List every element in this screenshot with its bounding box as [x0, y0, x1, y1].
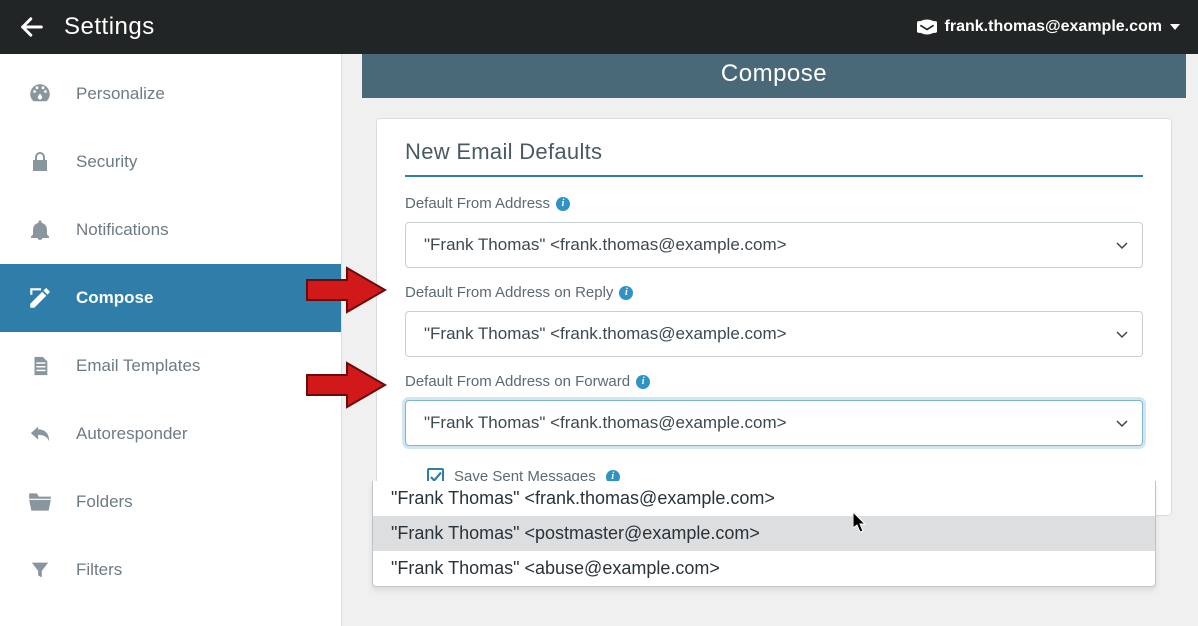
- filter-icon: [26, 558, 54, 582]
- page-title: Settings: [64, 13, 155, 41]
- bell-icon: [26, 217, 54, 243]
- sidebar-item-label: Email Templates: [76, 356, 200, 376]
- chevron-down-icon: [1116, 413, 1128, 433]
- default-from-select[interactable]: "Frank Thomas" <frank.thomas@example.com…: [405, 222, 1143, 268]
- sidebar-item-label: Autoresponder: [76, 424, 188, 444]
- sidebar-item-label: Compose: [76, 288, 153, 308]
- sidebar-item-compose[interactable]: Compose: [0, 264, 341, 332]
- top-bar: Settings frank.thomas@example.com: [0, 0, 1198, 54]
- sidebar-item-notifications[interactable]: Notifications: [0, 196, 341, 264]
- info-icon[interactable]: i: [556, 197, 570, 211]
- main-panel: Compose New Email Defaults Default From …: [342, 54, 1198, 626]
- document-icon: [26, 353, 54, 379]
- account-email: frank.thomas@example.com: [945, 18, 1162, 36]
- sidebar-item-email-templates[interactable]: Email Templates: [0, 332, 341, 400]
- sidebar: Personalize Security Notifications Compo…: [0, 54, 342, 626]
- folder-icon: [26, 491, 54, 513]
- info-icon[interactable]: i: [636, 375, 650, 389]
- forward-from-dropdown[interactable]: "Frank Thomas" <frank.thomas@example.com…: [372, 481, 1156, 587]
- info-icon[interactable]: i: [619, 286, 633, 300]
- sidebar-item-label: Filters: [76, 560, 122, 580]
- gauge-icon: [26, 81, 54, 107]
- default-from-forward-label: Default From Address on Forward i: [405, 373, 1143, 390]
- default-from-label: Default From Address i: [405, 195, 1143, 212]
- sidebar-item-autoresponder[interactable]: Autoresponder: [0, 400, 341, 468]
- sidebar-item-label: Personalize: [76, 84, 165, 104]
- back-arrow-icon: [18, 13, 46, 41]
- default-from-forward-select[interactable]: "Frank Thomas" <frank.thomas@example.com…: [405, 400, 1143, 446]
- caret-down-icon: [1170, 24, 1180, 30]
- sidebar-item-folders[interactable]: Folders: [0, 468, 341, 536]
- mail-icon: [917, 19, 937, 35]
- reply-icon: [26, 423, 54, 445]
- chevron-down-icon: [1116, 324, 1128, 344]
- sidebar-item-filters[interactable]: Filters: [0, 536, 341, 604]
- sidebar-item-label: Security: [76, 152, 137, 172]
- default-from-reply-label: Default From Address on Reply i: [405, 284, 1143, 301]
- card-title: New Email Defaults: [405, 139, 1143, 177]
- dropdown-option[interactable]: "Frank Thomas" <postmaster@example.com>: [373, 516, 1155, 551]
- compose-icon: [26, 285, 54, 311]
- back-button[interactable]: [18, 13, 46, 41]
- section-title: Compose: [362, 54, 1186, 98]
- sidebar-item-label: Folders: [76, 492, 133, 512]
- new-email-defaults-card: New Email Defaults Default From Address …: [376, 118, 1172, 516]
- account-menu[interactable]: frank.thomas@example.com: [917, 18, 1180, 36]
- dropdown-option[interactable]: "Frank Thomas" <abuse@example.com>: [373, 551, 1155, 586]
- sidebar-item-personalize[interactable]: Personalize: [0, 60, 341, 128]
- sidebar-item-label: Notifications: [76, 220, 169, 240]
- dropdown-option[interactable]: "Frank Thomas" <frank.thomas@example.com…: [373, 481, 1155, 516]
- chevron-down-icon: [1116, 235, 1128, 255]
- default-from-reply-select[interactable]: "Frank Thomas" <frank.thomas@example.com…: [405, 311, 1143, 357]
- sidebar-item-security[interactable]: Security: [0, 128, 341, 196]
- lock-icon: [26, 149, 54, 175]
